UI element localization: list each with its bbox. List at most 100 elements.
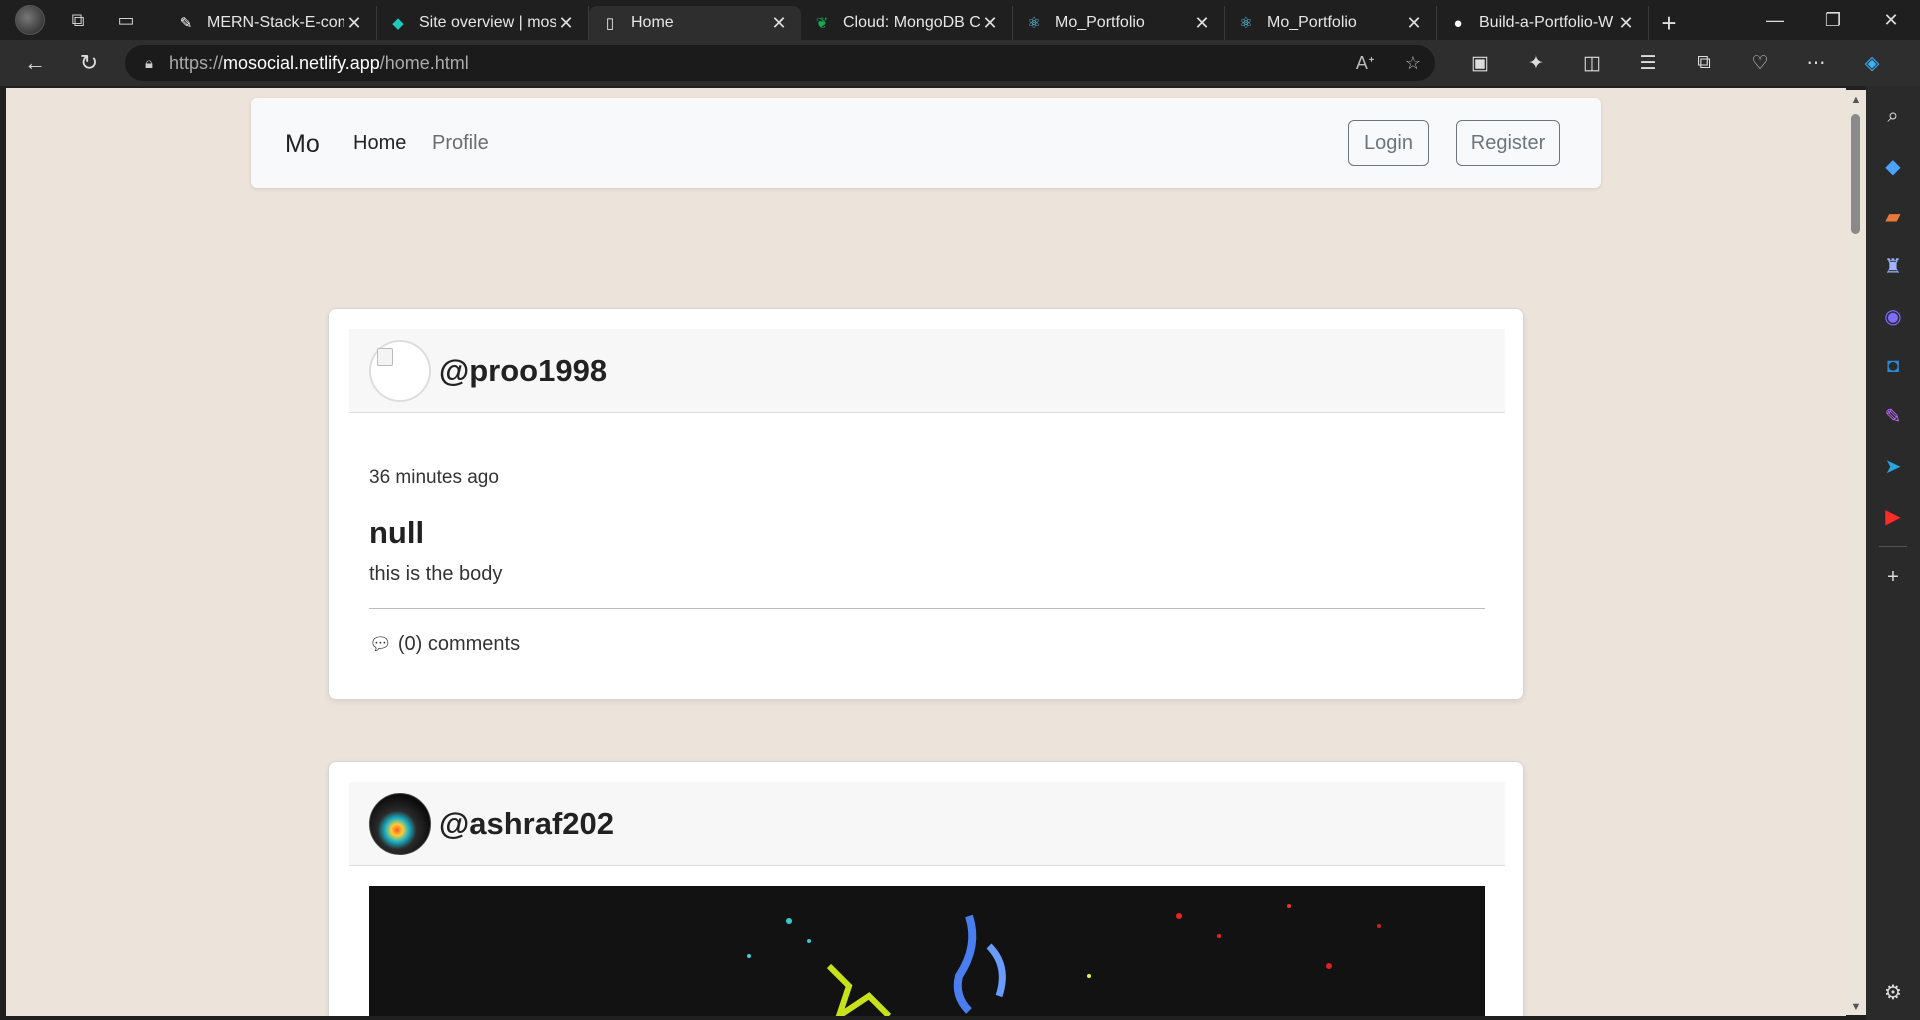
tab-actions-icon[interactable]: ▭ [106, 4, 146, 36]
youtube-icon[interactable]: ▶ [1876, 496, 1910, 536]
favorites-icon[interactable]: ☰ [1626, 43, 1670, 83]
react-icon: ⚛ [1239, 15, 1253, 32]
broken-image-icon [377, 347, 393, 366]
read-aloud-icon[interactable]: Aᐩ [1356, 53, 1375, 74]
close-icon[interactable]: ✕ [344, 13, 364, 34]
tab-mongodb[interactable]: ❦ Cloud: MongoDB Cl ✕ [801, 6, 1013, 40]
back-button[interactable]: ← [12, 43, 58, 83]
collections-icon[interactable]: ⧉ [1682, 43, 1726, 83]
register-button[interactable]: Register [1456, 120, 1560, 166]
search-icon[interactable]: ⌕ [1876, 96, 1910, 136]
scrollbar-thumb[interactable] [1851, 114, 1860, 234]
profile-avatar[interactable] [10, 4, 50, 36]
designer-icon[interactable]: ✎ [1876, 396, 1910, 436]
browser-essentials-icon[interactable]: ♡ [1738, 43, 1782, 83]
scroll-down-arrow-icon[interactable]: ▼ [1849, 1001, 1863, 1013]
url-path: /home.html [379, 52, 469, 73]
edit-doc-icon: ✎ [179, 15, 193, 32]
close-icon[interactable]: ✕ [1404, 13, 1424, 34]
tools-briefcase-icon[interactable]: ▰ [1876, 196, 1910, 236]
tab-label: Site overview | mos [419, 14, 556, 31]
post-image [369, 886, 1485, 1016]
post-card: @proo1998 36 minutes ago null this is th… [328, 308, 1524, 700]
close-window-button[interactable]: ✕ [1862, 0, 1920, 40]
tab-label: Mo_Portfolio [1055, 14, 1145, 31]
nav-link-profile[interactable]: Profile [432, 132, 489, 155]
tab-mo-portfolio-1[interactable]: ⚛ Mo_Portfolio ✕ [1013, 6, 1225, 40]
toolbar-right-actions: ▣ ✦ ◫ ☰ ⧉ ♡ ⋯ ◈ [1458, 43, 1894, 83]
post-username[interactable]: @ashraf202 [439, 806, 614, 842]
tab-home[interactable]: ▯ Home ✕ [589, 6, 801, 40]
more-menu-icon[interactable]: ⋯ [1794, 43, 1838, 83]
comments-count: (0) comments [397, 633, 521, 655]
close-icon[interactable]: ✕ [980, 13, 1000, 34]
page-scrollbar[interactable]: ▲ ▼ [1846, 90, 1866, 1015]
browser-toolbar: ← ↻ 🔒︎ https://mosocial.netlify.app/home… [0, 40, 1920, 86]
tab-mern-stack[interactable]: ✎ MERN-Stack-E-com ✕ [165, 6, 377, 40]
close-icon[interactable]: ✕ [1192, 13, 1212, 34]
comment-bubble-icon: 💬︎ [369, 634, 392, 654]
minimize-button[interactable]: — [1746, 0, 1804, 40]
login-button[interactable]: Login [1348, 120, 1429, 166]
site-brand[interactable]: Mo [285, 130, 320, 159]
address-bar[interactable]: 🔒︎ https://mosocial.netlify.app/home.htm… [125, 45, 1435, 81]
page-viewport: Mo Home Profile Login Register @proo1998… [6, 88, 1846, 1016]
sidebar-settings-icon[interactable]: ⚙ [1876, 972, 1910, 1012]
refresh-button[interactable]: ↻ [66, 43, 112, 83]
tab-label: Cloud: MongoDB Cl [843, 14, 980, 31]
avatar[interactable] [369, 792, 431, 855]
close-icon[interactable]: ✕ [1616, 13, 1636, 34]
url-host: mosocial.netlify.app [223, 52, 380, 73]
games-icon[interactable]: ♜ [1876, 246, 1910, 286]
add-sidebar-app-icon[interactable]: + [1876, 557, 1910, 597]
post-header: @proo1998 [349, 329, 1505, 413]
divider [369, 608, 1485, 609]
react-icon: ⚛ [1027, 15, 1041, 32]
tab-mo-portfolio-2[interactable]: ⚛ Mo_Portfolio ✕ [1225, 6, 1437, 40]
tab-label: Mo_Portfolio [1267, 14, 1357, 31]
copilot-sidebar-icon[interactable]: ◉ [1876, 296, 1910, 336]
address-bar-actions: Aᐩ ☆ [1356, 45, 1421, 81]
telegram-icon[interactable]: ➤ [1876, 446, 1910, 486]
tab-label: Home [631, 14, 674, 31]
workspaces-icon[interactable]: ⧉ [58, 4, 98, 36]
profile-avatar-image [15, 5, 45, 35]
nav-link-home[interactable]: Home [353, 132, 406, 155]
mongodb-leaf-icon: ❦ [815, 15, 829, 32]
tab-label: MERN-Stack-E-com [207, 14, 344, 31]
paint-splash-artwork [369, 886, 1485, 1016]
tab-site-overview[interactable]: ◆ Site overview | mos ✕ [377, 6, 589, 40]
favorite-star-icon[interactable]: ☆ [1405, 53, 1421, 74]
browser-tab-strip: ⧉ ▭ ✎ MERN-Stack-E-com ✕ ◆ Site overview… [0, 0, 1920, 40]
scroll-up-arrow-icon[interactable]: ▲ [1849, 94, 1863, 106]
netlify-icon: ◆ [392, 15, 404, 32]
restore-button[interactable]: ❐ [1804, 0, 1862, 40]
url-prefix: https:// [168, 52, 224, 73]
post-username[interactable]: @proo1998 [439, 353, 607, 389]
post-card: @ashraf202 [328, 761, 1524, 1016]
github-icon: ● [1453, 14, 1463, 32]
tab-github[interactable]: ● Build-a-Portfolio-W ✕ [1437, 6, 1649, 40]
extensions-puzzle-icon[interactable]: ✦ [1514, 43, 1558, 83]
edge-sidebar: ⌕ ◆ ▰ ♜ ◉ ◘ ✎ ➤ ▶ + ⚙ [1866, 86, 1920, 1020]
lock-icon: 🔒︎ [145, 54, 153, 72]
outlook-icon[interactable]: ◘ [1876, 346, 1910, 386]
tab-strip-leading: ⧉ ▭ [0, 0, 165, 40]
sidebar-divider [1879, 546, 1907, 547]
copilot-icon[interactable]: ◈ [1850, 43, 1894, 83]
site-navbar: Mo Home Profile Login Register [251, 98, 1601, 188]
page-icon: ▯ [605, 15, 615, 32]
split-screen-icon[interactable]: ◫ [1570, 43, 1614, 83]
avatar[interactable] [369, 339, 431, 402]
post-timestamp: 36 minutes ago [369, 467, 499, 488]
window-controls: — ❐ ✕ [1746, 0, 1920, 40]
post-body: this is the body [369, 563, 503, 585]
close-icon[interactable]: ✕ [769, 13, 789, 34]
comments-link[interactable]: 💬︎ (0) comments [369, 633, 520, 656]
new-tab-button[interactable]: + [1649, 6, 1689, 40]
close-icon[interactable]: ✕ [556, 13, 576, 34]
shopping-tag-icon[interactable]: ◆ [1876, 146, 1910, 186]
post-title: null [369, 515, 425, 550]
extension-icon[interactable]: ▣ [1458, 43, 1502, 83]
tab-label: Build-a-Portfolio-W [1479, 14, 1614, 31]
